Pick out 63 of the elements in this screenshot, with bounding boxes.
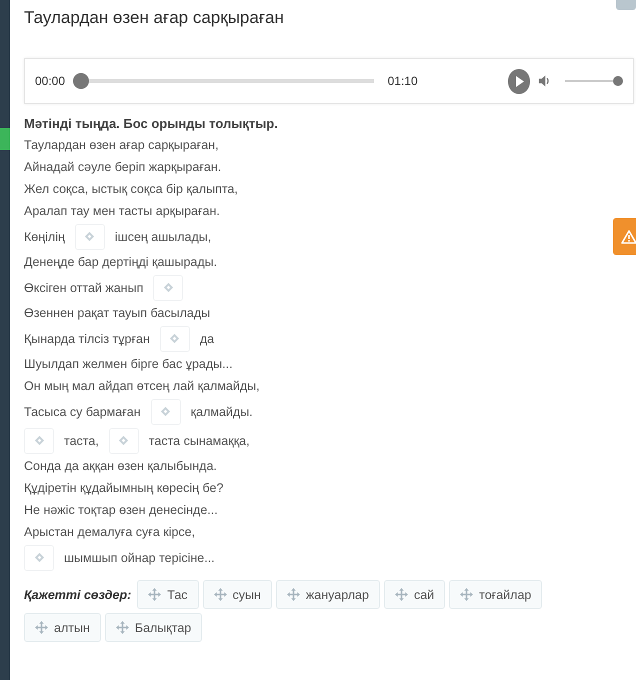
duration: 01:10	[388, 74, 418, 88]
drop-target-icon	[169, 333, 180, 344]
poem-text: ішсең ашылады,	[114, 230, 212, 244]
poem-text: Сонда да аққан өзен қалыбында.	[24, 459, 217, 473]
drop-zone[interactable]	[108, 428, 139, 454]
poem-text: Қынарда тілсіз тұрған	[24, 332, 150, 346]
sidebar-marker	[0, 128, 10, 150]
page-title: Таулардан өзен ағар сарқыраған	[24, 8, 285, 28]
word-chip[interactable]: Тас	[137, 580, 199, 609]
instruction: Мәтінді тыңда. Бос орынды толықтыр.	[24, 116, 279, 131]
poem-text: таста сынамаққа,	[148, 434, 250, 448]
drop-target-icon	[118, 435, 130, 446]
word-chip[interactable]: сай	[384, 580, 446, 609]
drop-target-icon	[162, 282, 174, 293]
move-icon	[394, 588, 408, 601]
play-icon	[514, 76, 524, 86]
progress-track[interactable]	[89, 79, 374, 83]
drop-zone[interactable]	[153, 274, 184, 300]
poem-text: Өзеннен рақат тауып басылады	[24, 306, 210, 320]
drop-target-icon	[160, 406, 172, 417]
drop-zone[interactable]	[150, 398, 181, 424]
word-chip[interactable]: жануарлар	[276, 580, 380, 609]
move-icon	[35, 621, 48, 634]
move-icon	[116, 621, 129, 634]
poem-text: Көңілің	[24, 230, 65, 244]
drop-target-icon	[34, 552, 44, 563]
warning-icon	[621, 230, 636, 244]
poem-text: шымшып ойнар терісіне...	[64, 550, 215, 564]
poem-text: Арыстан демалуға суға кірсе,	[24, 525, 196, 539]
poem-text: Денеңде бар дертіңді қашырады.	[24, 255, 218, 269]
move-icon	[460, 588, 474, 601]
poem-text: Жел соқса, ыстық соқса бір қалыпта,	[24, 182, 238, 196]
word-chip[interactable]: алтын	[24, 613, 101, 642]
drop-zone[interactable]	[74, 224, 105, 250]
poem-text: Таулардан өзен ағар сарқыраған,	[24, 138, 219, 152]
word-chip[interactable]: суын	[202, 580, 272, 609]
poem-text: Өксіген оттай жанып	[24, 280, 144, 294]
move-icon	[214, 588, 227, 601]
drop-target-icon	[84, 231, 96, 242]
current-time: 00:00	[35, 74, 66, 88]
poem-text: Шуылдап желмен бірге бас ұрады...	[24, 357, 233, 371]
poem-text: қалмайды.	[190, 404, 253, 418]
drop-target-icon	[34, 435, 44, 446]
poem-text: таста,	[64, 434, 99, 448]
poem-text: Айнадай сәуле беріп жарқыраған.	[24, 160, 222, 174]
word-bank-label: Қажетті сөздер:	[24, 588, 132, 602]
volume-thumb[interactable]	[613, 76, 623, 86]
warning-button[interactable]	[613, 218, 636, 255]
move-icon	[286, 588, 300, 601]
word-chip[interactable]: Балықтар	[104, 613, 202, 642]
poem-text: Тасыса су бармаған	[24, 404, 141, 418]
poem-text: Аралап тау мен тасты арқыраған.	[24, 204, 220, 218]
poem-text: Не нәжіс тоқтар өзен денесінде...	[24, 503, 218, 517]
poem-text: да	[200, 332, 214, 346]
drop-zone[interactable]	[24, 544, 54, 570]
poem-text: Он мың мал айдап өтсең лай қалмайды,	[24, 379, 260, 393]
play-button[interactable]	[508, 68, 530, 94]
move-icon	[148, 588, 162, 601]
word-chip[interactable]: тоғайлар	[449, 580, 542, 609]
poem-text: Құдіретін құдайымның көресің бе?	[24, 481, 224, 495]
drop-zone[interactable]	[160, 326, 190, 352]
progress-thumb[interactable]	[73, 73, 90, 89]
drop-zone[interactable]	[24, 428, 54, 454]
